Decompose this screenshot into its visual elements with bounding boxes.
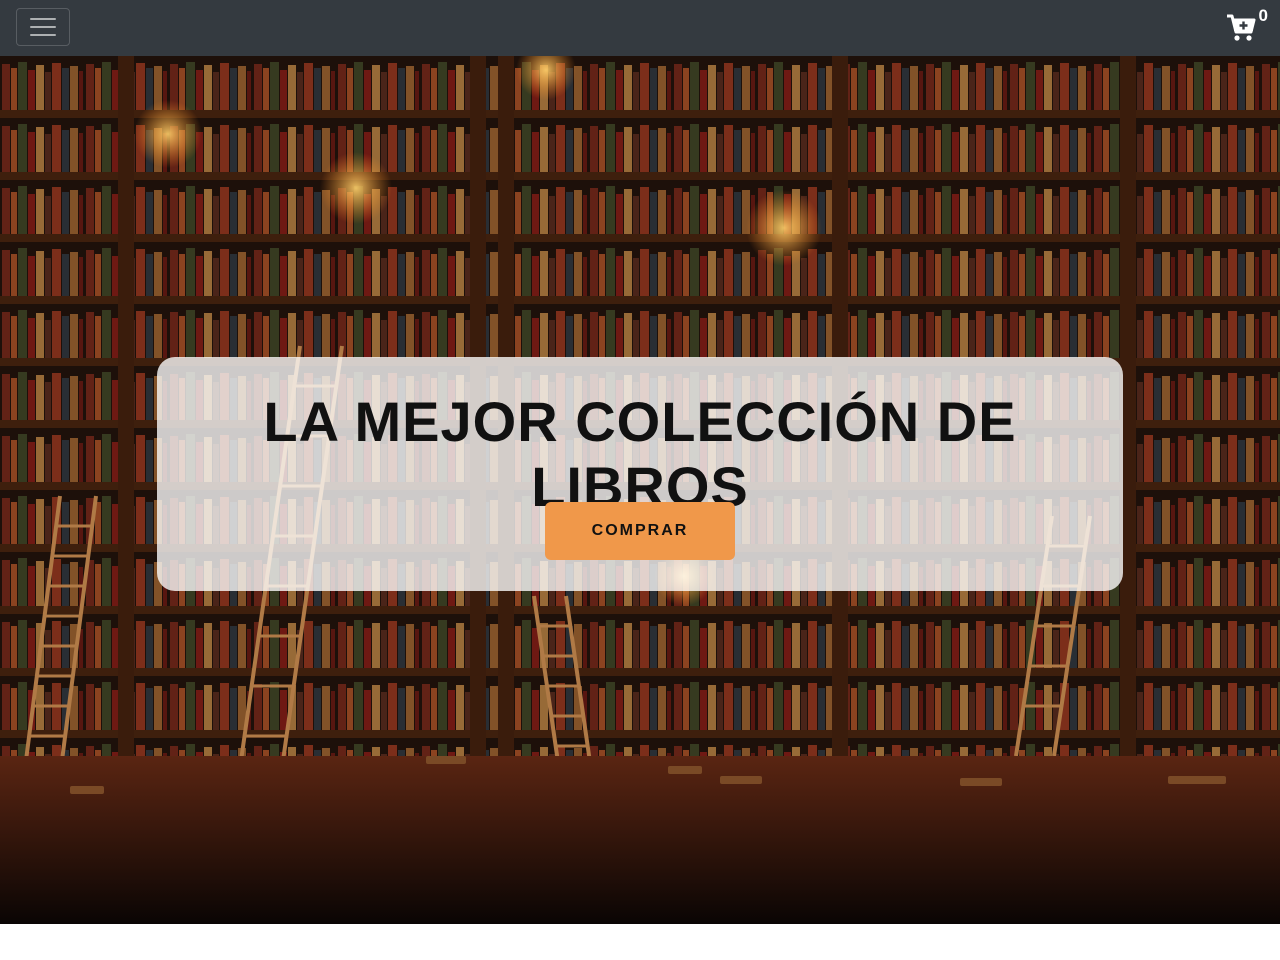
hamburger-line bbox=[30, 18, 56, 20]
hamburger-line bbox=[30, 34, 56, 36]
hero-section: LA MEJOR COLECCIÓN DE LIBROS COMPRAR bbox=[0, 56, 1280, 924]
buy-button[interactable]: COMPRAR bbox=[545, 502, 735, 560]
hero-title: LA MEJOR COLECCIÓN DE LIBROS bbox=[263, 390, 1017, 518]
navbar: 0 bbox=[0, 0, 1280, 56]
navbar-toggle-button[interactable] bbox=[16, 8, 70, 46]
cart-plus-icon bbox=[1227, 14, 1256, 41]
hero-card: LA MEJOR COLECCIÓN DE LIBROS COMPRAR bbox=[157, 357, 1123, 591]
cart-button[interactable]: 0 bbox=[1224, 4, 1268, 48]
hamburger-line bbox=[30, 26, 56, 28]
cart-count-badge: 0 bbox=[1258, 6, 1268, 25]
